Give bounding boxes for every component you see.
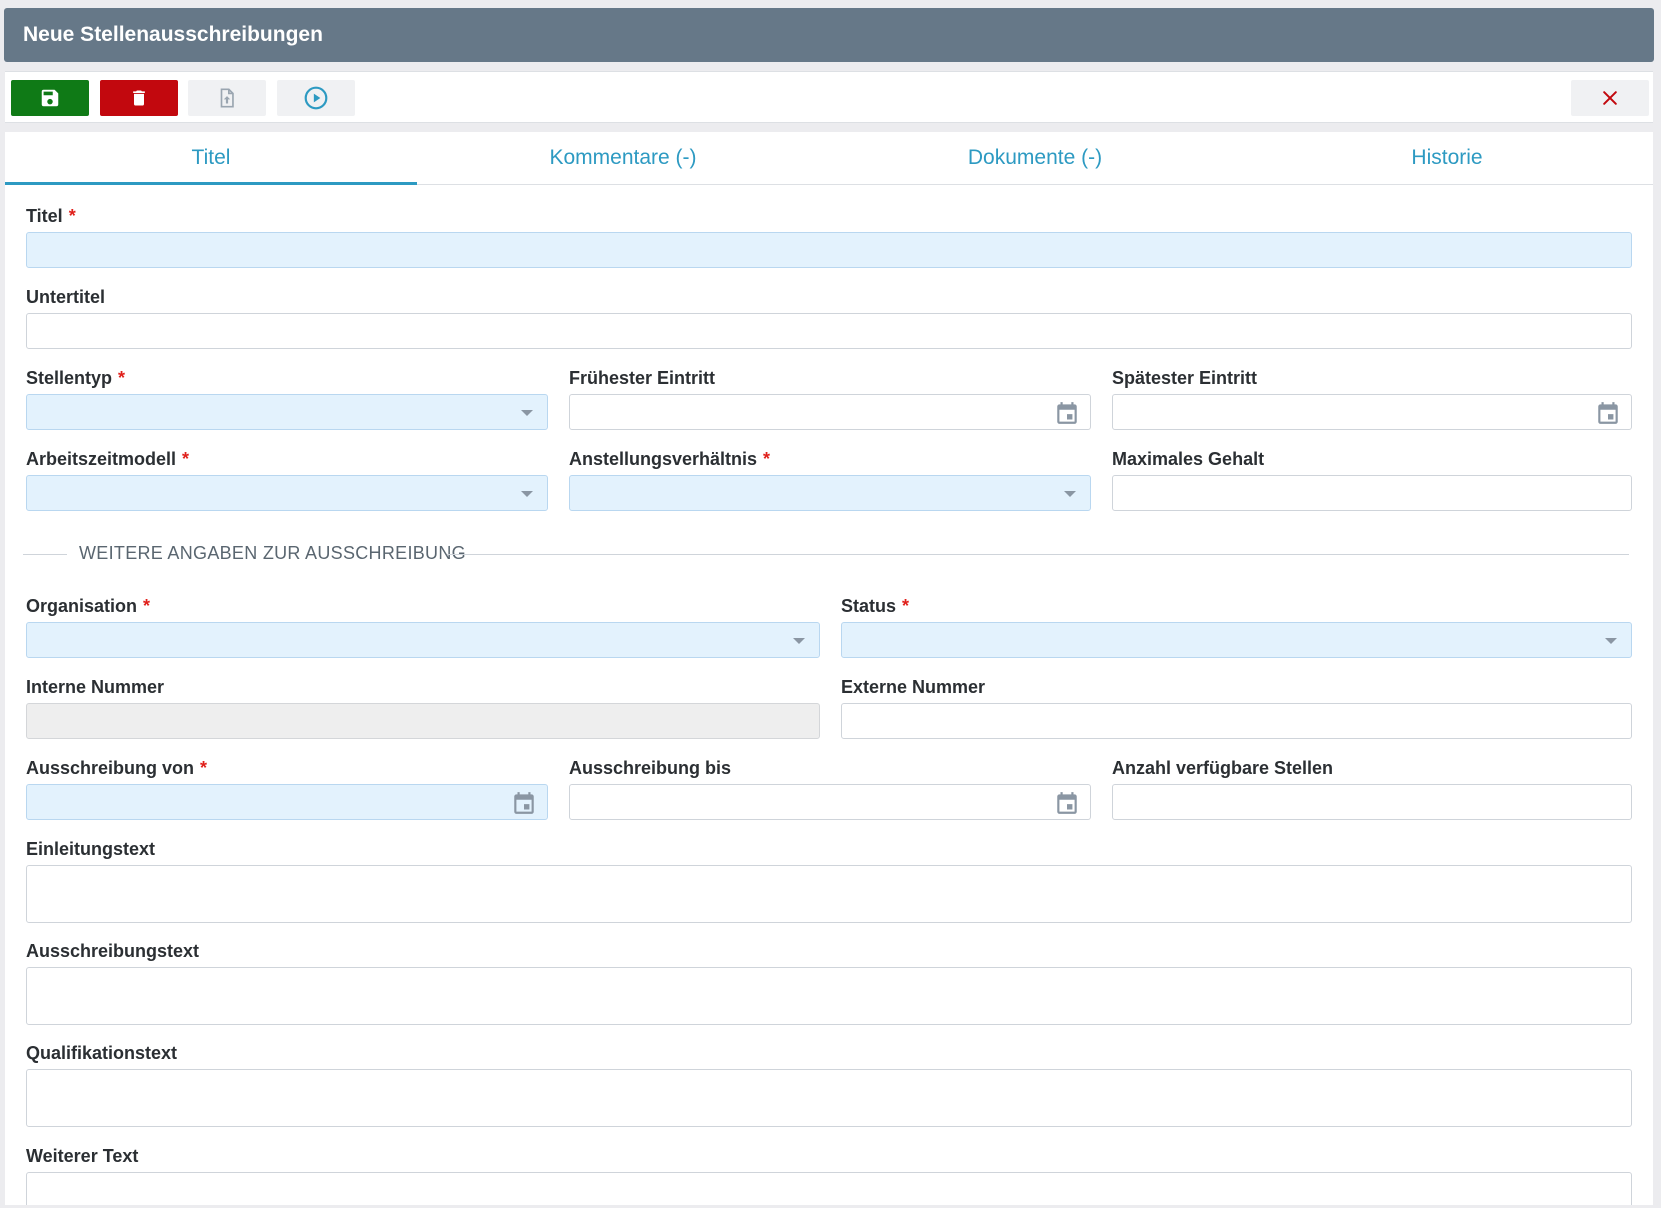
- externe-nummer-label: Externe Nummer: [841, 677, 986, 697]
- weiterer-text-textarea[interactable]: [26, 1172, 1632, 1205]
- ausschreibung-von-label: Ausschreibung von *: [26, 758, 208, 778]
- ausschreibung-von-datepicker[interactable]: [26, 784, 548, 820]
- calendar-icon[interactable]: [511, 790, 537, 816]
- tab-titel[interactable]: Titel: [5, 132, 417, 185]
- chevron-down-icon: [1605, 638, 1617, 644]
- qualifikationstext-textarea[interactable]: [26, 1069, 1632, 1127]
- chevron-down-icon: [793, 638, 805, 644]
- calendar-icon[interactable]: [1054, 790, 1080, 816]
- qualifikationstext-label: Qualifikationstext: [26, 1043, 178, 1063]
- tab-historie[interactable]: Historie: [1241, 132, 1653, 184]
- chevron-down-icon: [521, 491, 533, 497]
- anstellungsverhaeltnis-select[interactable]: [569, 475, 1091, 511]
- status-label: Status *: [841, 596, 910, 616]
- divider-line: [447, 554, 1629, 555]
- organisation-select[interactable]: [26, 622, 820, 658]
- ausschreibung-bis-label: Ausschreibung bis: [569, 758, 732, 778]
- save-button[interactable]: [11, 80, 89, 116]
- tab-bar: Titel Kommentare (-) Dokumente (-) Histo…: [5, 132, 1653, 185]
- calendar-icon[interactable]: [1595, 400, 1621, 426]
- arbeitszeitmodell-label: Arbeitszeitmodell *: [26, 449, 190, 469]
- ausschreibung-bis-datepicker[interactable]: [569, 784, 1091, 820]
- section-divider: WEITERE ANGABEN ZUR AUSSCHREIBUNG: [23, 543, 1629, 565]
- interne-nummer-label: Interne Nummer: [26, 677, 165, 697]
- delete-button[interactable]: [100, 80, 178, 116]
- calendar-icon[interactable]: [1054, 400, 1080, 426]
- spaetester-eintritt-datepicker[interactable]: [1112, 394, 1632, 430]
- externe-nummer-input[interactable]: [841, 703, 1632, 739]
- fruehester-eintritt-label: Frühester Eintritt: [569, 368, 716, 388]
- chevron-down-icon: [521, 410, 533, 416]
- form-panel: Titel * Untertitel Stellentyp * Frühester …: [5, 185, 1653, 1205]
- stellentyp-select[interactable]: [26, 394, 548, 430]
- interne-nummer-input: [26, 703, 820, 739]
- organisation-label: Organisation *: [26, 596, 151, 616]
- anzahl-stellen-input[interactable]: [1112, 784, 1632, 820]
- file-upload-icon: [220, 88, 234, 108]
- einleitungstext-textarea[interactable]: [26, 865, 1632, 923]
- section-title: WEITERE ANGABEN ZUR AUSSCHREIBUNG: [79, 543, 466, 563]
- divider-line: [23, 554, 67, 555]
- untertitel-input[interactable]: [26, 313, 1632, 349]
- status-select[interactable]: [841, 622, 1632, 658]
- titel-input[interactable]: [26, 232, 1632, 268]
- untertitel-label: Untertitel: [26, 287, 106, 307]
- chevron-down-icon: [1064, 491, 1076, 497]
- tab-kommentare[interactable]: Kommentare (-): [417, 132, 829, 184]
- start-button[interactable]: [277, 80, 355, 116]
- ausschreibungstext-textarea[interactable]: [26, 967, 1632, 1025]
- close-icon: [1603, 91, 1617, 105]
- fruehester-eintritt-datepicker[interactable]: [569, 394, 1091, 430]
- anstellungsverhaeltnis-label: Anstellungsverhältnis *: [569, 449, 771, 469]
- maximales-gehalt-label: Maximales Gehalt: [1112, 449, 1265, 469]
- window-title: Neue Stellenausschreibungen: [4, 8, 1654, 62]
- tab-dokumente[interactable]: Dokumente (-): [829, 132, 1241, 184]
- arbeitszeitmodell-select[interactable]: [26, 475, 548, 511]
- weiterer-text-label: Weiterer Text: [26, 1146, 139, 1166]
- stellentyp-label: Stellentyp *: [26, 368, 126, 388]
- trash-icon: [133, 90, 145, 106]
- spaetester-eintritt-label: Spätester Eintritt: [1112, 368, 1258, 388]
- ausschreibungstext-label: Ausschreibungstext: [26, 941, 200, 961]
- einleitungstext-label: Einleitungstext: [26, 839, 156, 859]
- save-icon: [41, 89, 59, 107]
- upload-button[interactable]: [188, 80, 266, 116]
- maximales-gehalt-input[interactable]: [1112, 475, 1632, 511]
- toolbar: [5, 71, 1653, 123]
- close-button[interactable]: [1571, 80, 1649, 116]
- titel-label: Titel *: [26, 206, 76, 226]
- play-circle-icon: [304, 86, 328, 110]
- anzahl-stellen-label: Anzahl verfügbare Stellen: [1112, 758, 1334, 778]
